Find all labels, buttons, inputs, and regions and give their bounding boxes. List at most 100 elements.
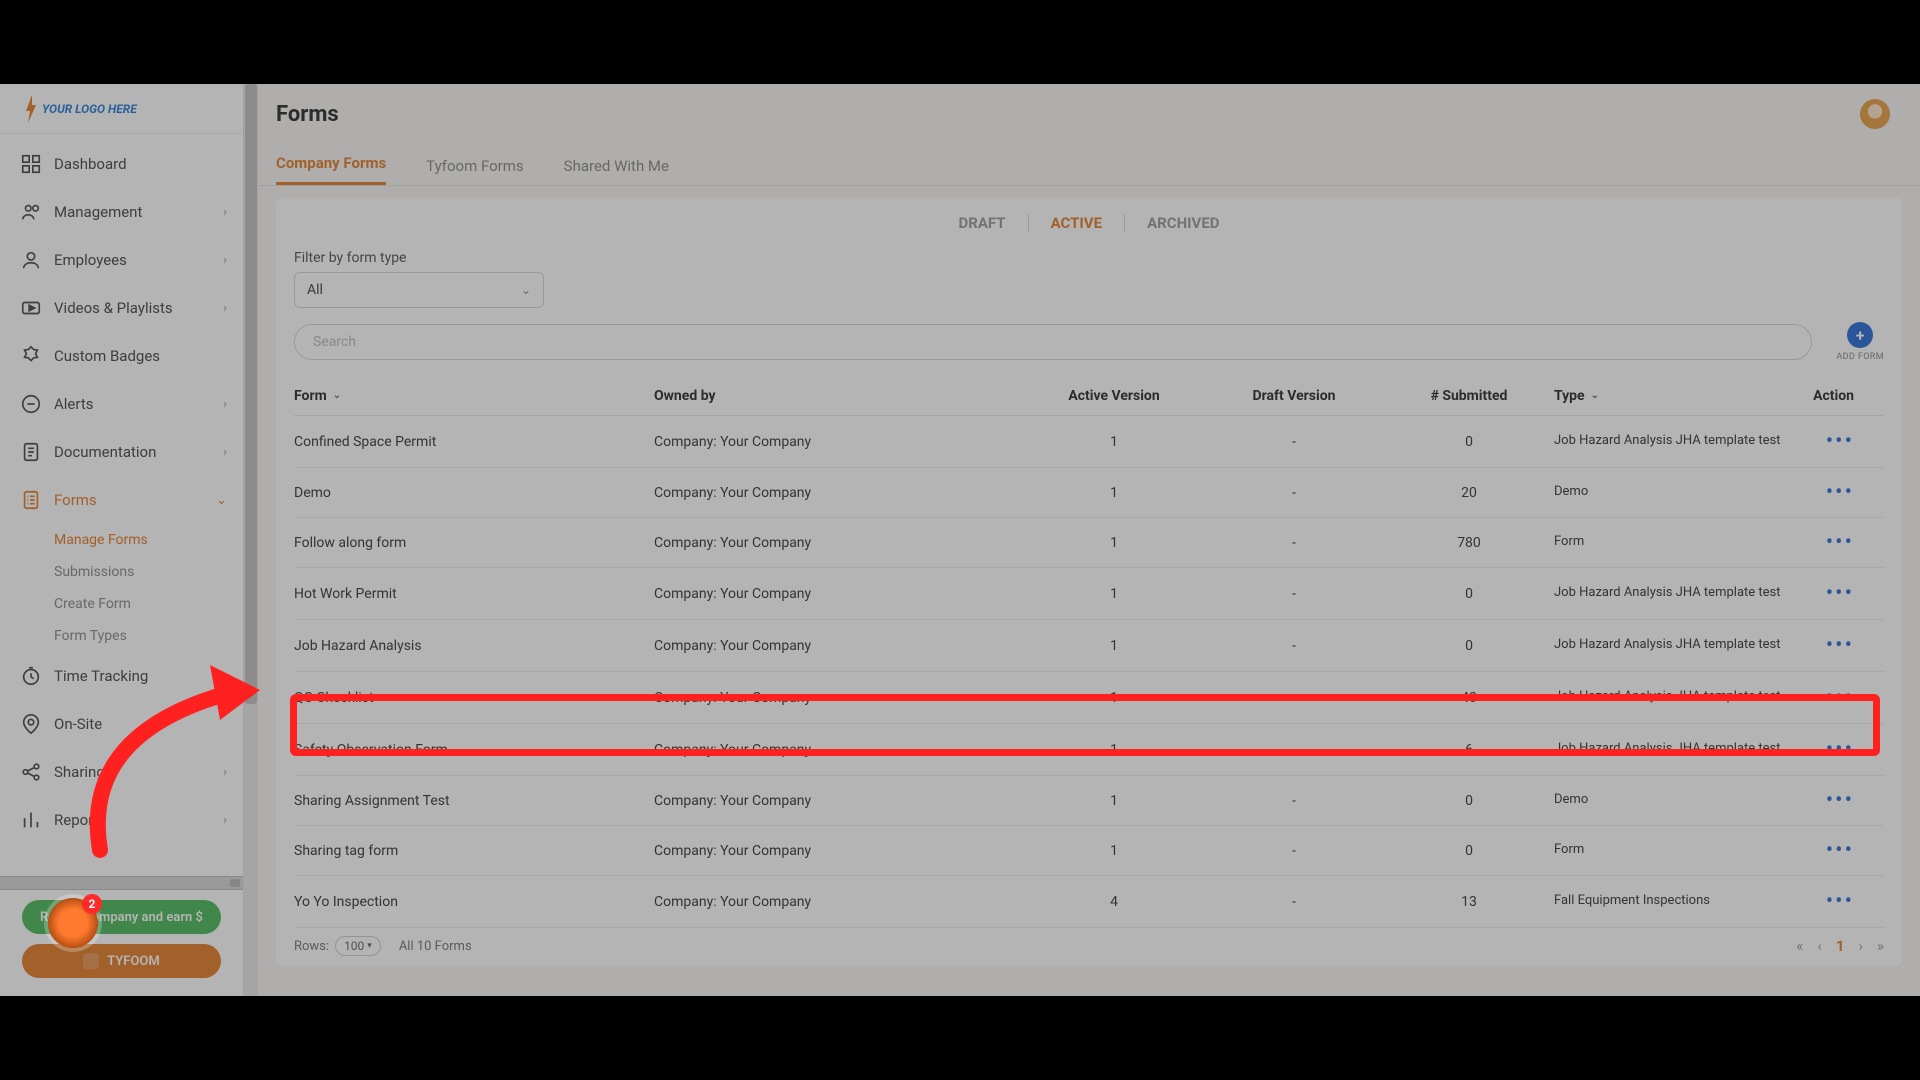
sidebar-item-management[interactable]: Management› xyxy=(0,188,243,236)
sidebar-item-videos-playlists[interactable]: Videos & Playlists› xyxy=(0,284,243,332)
status-tab-draft[interactable]: DRAFT xyxy=(936,214,1028,232)
table-row[interactable]: Hot Work PermitCompany: Your Company1-0J… xyxy=(294,568,1884,620)
cell-action: ••• xyxy=(1784,429,1854,454)
count-text: All 10 Forms xyxy=(399,939,472,954)
sidebar-item-employees[interactable]: Employees› xyxy=(0,236,243,284)
logo[interactable]: YOUR LOGO HERE xyxy=(0,84,243,134)
tyfoom-label: TYFOOM xyxy=(107,954,160,969)
row-actions-button[interactable]: ••• xyxy=(1826,737,1854,762)
row-actions-button[interactable]: ••• xyxy=(1826,633,1854,658)
th-form[interactable]: Form⌄ xyxy=(294,388,654,404)
pager-last[interactable]: » xyxy=(1877,937,1884,955)
tab-tyfoom-forms[interactable]: Tyfoom Forms xyxy=(426,157,524,185)
table-row[interactable]: Follow along formCompany: Your Company1-… xyxy=(294,518,1884,568)
cell-form: QC Checklist xyxy=(294,690,654,706)
sidebar-item-on-site[interactable]: On-Site xyxy=(0,700,243,748)
table-row[interactable]: Sharing Assignment TestCompany: Your Com… xyxy=(294,776,1884,826)
cell-draft-version: - xyxy=(1204,586,1384,602)
row-actions-button[interactable]: ••• xyxy=(1826,838,1854,863)
chevron-right-icon: › xyxy=(223,397,227,412)
row-actions-button[interactable]: ••• xyxy=(1826,429,1854,454)
subnav-item-create-form[interactable]: Create Form xyxy=(54,588,243,620)
table-row[interactable]: QC ChecklistCompany: Your Company1-40Job… xyxy=(294,672,1884,724)
cell-type: Job Hazard Analysis JHA template test xyxy=(1554,585,1784,601)
onsite-icon xyxy=(20,713,42,735)
cell-type: Demo xyxy=(1554,792,1784,808)
th-draft-version[interactable]: Draft Version xyxy=(1204,388,1384,404)
chevron-right-icon: › xyxy=(223,765,227,780)
th-submitted[interactable]: # Submitted xyxy=(1384,388,1554,404)
main: Forms Company FormsTyfoom FormsShared Wi… xyxy=(258,84,1920,996)
sidebar-item-time-tracking[interactable]: Time Tracking› xyxy=(0,652,243,700)
filter-select[interactable]: All ⌄ xyxy=(294,272,544,308)
forms-table: Form⌄ Owned by Active Version Draft Vers… xyxy=(294,376,1884,928)
sidebar-item-dashboard[interactable]: Dashboard xyxy=(0,140,243,188)
cell-active-version: 1 xyxy=(1024,434,1204,450)
cell-active-version: 1 xyxy=(1024,843,1204,859)
status-tab-active[interactable]: ACTIVE xyxy=(1029,214,1125,232)
subnav-item-manage-forms[interactable]: Manage Forms xyxy=(54,524,243,556)
tyfoom-button[interactable]: TYFOOM xyxy=(22,944,221,978)
management-icon xyxy=(20,201,42,223)
th-owned[interactable]: Owned by xyxy=(654,388,1024,404)
subnav-item-form-types[interactable]: Form Types xyxy=(54,620,243,652)
search-placeholder: Search xyxy=(313,334,356,350)
cell-action: ••• xyxy=(1784,480,1854,505)
bolt-icon xyxy=(24,95,38,123)
cell-form: Safety Observation Form xyxy=(294,742,654,758)
pager-next[interactable]: › xyxy=(1858,937,1863,955)
cell-action: ••• xyxy=(1784,530,1854,555)
status-tab-archived[interactable]: ARCHIVED xyxy=(1125,214,1241,232)
cell-submitted: 40 xyxy=(1384,690,1554,706)
sidebar-item-documentation[interactable]: Documentation› xyxy=(0,428,243,476)
tab-shared-with-me[interactable]: Shared With Me xyxy=(564,157,669,185)
cell-form: Sharing Assignment Test xyxy=(294,793,654,809)
row-actions-button[interactable]: ••• xyxy=(1826,480,1854,505)
sidebar-item-sharing[interactable]: Sharing› xyxy=(0,748,243,796)
sidebar-scroll-hint[interactable] xyxy=(0,876,243,890)
table-row[interactable]: Safety Observation FormCompany: Your Com… xyxy=(294,724,1884,776)
cell-draft-version: - xyxy=(1204,742,1384,758)
row-actions-button[interactable]: ••• xyxy=(1826,581,1854,606)
add-form-label: ADD FORM xyxy=(1836,352,1884,362)
table-row[interactable]: Sharing tag formCompany: Your Company1-0… xyxy=(294,826,1884,876)
recording-badge[interactable]: 2 xyxy=(48,898,98,948)
add-form-button[interactable]: + ADD FORM xyxy=(1836,322,1884,362)
sidebar-item-forms[interactable]: Forms⌄ xyxy=(0,476,243,524)
sidebar-item-label: Dashboard xyxy=(54,155,127,173)
cell-form: Follow along form xyxy=(294,535,654,551)
cell-action: ••• xyxy=(1784,685,1854,710)
avatar[interactable] xyxy=(1860,99,1890,129)
sidebar-scrollbar[interactable] xyxy=(244,84,258,996)
sidebar-item-label: Management xyxy=(54,203,142,221)
chevron-right-icon: › xyxy=(223,813,227,828)
cell-action: ••• xyxy=(1784,581,1854,606)
cell-draft-version: - xyxy=(1204,485,1384,501)
subnav-item-submissions[interactable]: Submissions xyxy=(54,556,243,588)
chevron-right-icon: ⌄ xyxy=(216,493,227,508)
sidebar-item-reports[interactable]: Reports› xyxy=(0,796,243,844)
rows-select[interactable]: 100 ▾ xyxy=(335,936,381,956)
cell-owned: Company: Your Company xyxy=(654,586,1024,602)
sidebar-item-custom-badges[interactable]: Custom Badges xyxy=(0,332,243,380)
th-type[interactable]: Type⌄ xyxy=(1554,388,1784,404)
row-actions-button[interactable]: ••• xyxy=(1826,685,1854,710)
pager-prev[interactable]: ‹ xyxy=(1817,937,1822,955)
sidebar-item-alerts[interactable]: Alerts› xyxy=(0,380,243,428)
row-actions-button[interactable]: ••• xyxy=(1826,889,1854,914)
row-actions-button[interactable]: ••• xyxy=(1826,788,1854,813)
th-active-version[interactable]: Active Version xyxy=(1024,388,1204,404)
search-input[interactable]: Search xyxy=(294,324,1812,360)
table-row[interactable]: Confined Space PermitCompany: Your Compa… xyxy=(294,416,1884,468)
row-actions-button[interactable]: ••• xyxy=(1826,530,1854,555)
tab-company-forms[interactable]: Company Forms xyxy=(276,154,386,185)
table-row[interactable]: Yo Yo InspectionCompany: Your Company4-1… xyxy=(294,876,1884,928)
pager: « ‹ 1 › » xyxy=(1796,937,1884,955)
cell-submitted: 0 xyxy=(1384,434,1554,450)
cell-action: ••• xyxy=(1784,838,1854,863)
pager-first[interactable]: « xyxy=(1796,937,1803,955)
cell-submitted: 13 xyxy=(1384,894,1554,910)
scrollbar-thumb[interactable] xyxy=(245,84,257,704)
table-row[interactable]: Job Hazard AnalysisCompany: Your Company… xyxy=(294,620,1884,672)
table-row[interactable]: DemoCompany: Your Company1-20Demo••• xyxy=(294,468,1884,518)
